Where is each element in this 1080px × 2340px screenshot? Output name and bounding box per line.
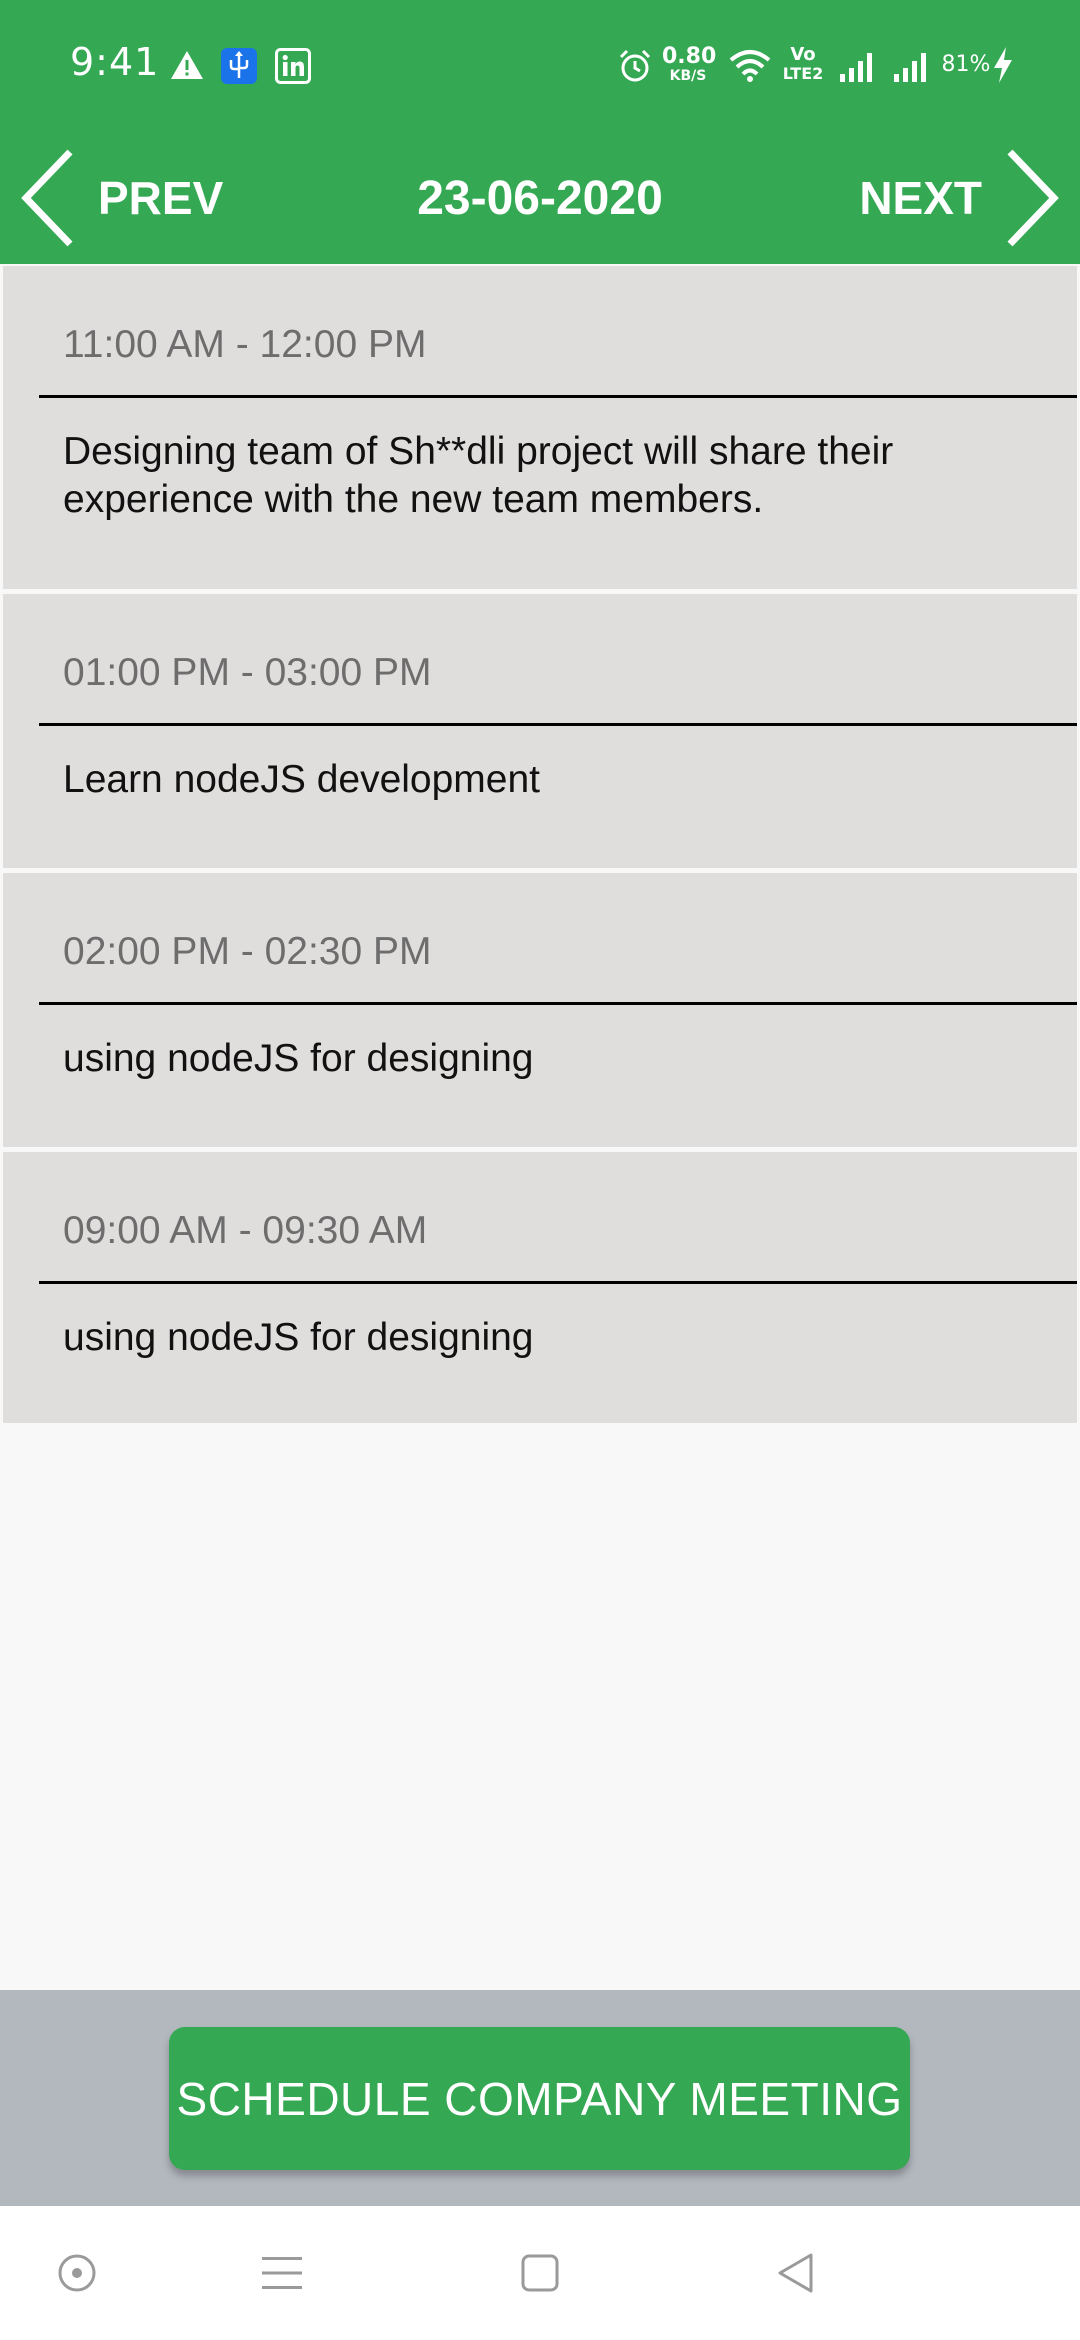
app-header: 9:41 0.80 KB/S Vo LTE2 81% PREV 23-06-20… xyxy=(0,0,1080,264)
meeting-list: 11:00 AM - 12:00 PM Designing team of Sh… xyxy=(3,266,1077,1428)
network-speed-value: 0.80 xyxy=(662,44,717,69)
meeting-time: 09:00 AM - 09:30 AM xyxy=(63,1209,428,1252)
usb-icon xyxy=(221,48,257,84)
network-speed-unit: KB/S xyxy=(669,68,707,84)
meeting-card[interactable]: 02:00 PM - 02:30 PM using nodeJS for des… xyxy=(3,873,1077,1147)
status-bar: 9:41 0.80 KB/S Vo LTE2 81% xyxy=(0,0,1080,132)
alert-triangle-icon xyxy=(171,51,203,79)
meeting-description: using nodeJS for designing xyxy=(63,1316,534,1359)
recents-menu-button[interactable] xyxy=(222,2206,342,2340)
meeting-description: Designing team of Sh**dli project will s… xyxy=(63,430,894,521)
assistant-dot-icon xyxy=(58,2254,96,2292)
chevron-right-icon xyxy=(1007,149,1059,247)
meeting-card[interactable]: 11:00 AM - 12:00 PM Designing team of Sh… xyxy=(3,266,1077,589)
chevron-left-icon xyxy=(21,149,73,247)
volte-label-bottom: LTE2 xyxy=(782,64,824,83)
status-time: 9:41 xyxy=(70,40,160,84)
meeting-time: 11:00 AM - 12:00 PM xyxy=(63,323,427,366)
schedule-meeting-button[interactable]: SCHEDULE COMPANY MEETING xyxy=(169,2027,910,2170)
back-button[interactable] xyxy=(735,2206,855,2340)
meeting-card[interactable]: 09:00 AM - 09:30 AM using nodeJS for des… xyxy=(3,1152,1077,1423)
meeting-time: 01:00 PM - 03:00 PM xyxy=(63,651,432,694)
meeting-description: Learn nodeJS development xyxy=(63,758,541,801)
home-button[interactable] xyxy=(480,2206,600,2340)
meeting-card[interactable]: 01:00 PM - 03:00 PM Learn nodeJS develop… xyxy=(3,594,1077,868)
charging-bolt-icon xyxy=(994,47,1012,83)
volte-label-top: Vo xyxy=(790,44,816,65)
signal-1-icon xyxy=(840,53,872,82)
alarm-icon xyxy=(619,49,651,82)
next-label: NEXT xyxy=(859,172,982,224)
home-square-icon xyxy=(521,2254,559,2292)
wifi-icon xyxy=(729,50,771,82)
meeting-time: 02:00 PM - 02:30 PM xyxy=(63,930,432,973)
menu-lines-icon xyxy=(262,2257,302,2289)
back-triangle-icon xyxy=(778,2253,813,2293)
system-navigation-bar xyxy=(0,2206,1080,2340)
assistant-button[interactable] xyxy=(17,2206,137,2340)
prev-button[interactable]: PREV xyxy=(18,132,223,264)
linkedin-icon xyxy=(275,48,311,84)
date-navigation: PREV 23-06-2020 NEXT xyxy=(0,132,1080,264)
meeting-description: using nodeJS for designing xyxy=(63,1037,534,1080)
battery-percent: 81% xyxy=(941,52,991,77)
prev-label: PREV xyxy=(98,172,224,224)
next-button[interactable]: NEXT xyxy=(859,132,1062,264)
action-bar: SCHEDULE COMPANY MEETING xyxy=(0,1990,1080,2206)
signal-2-icon xyxy=(894,53,926,82)
